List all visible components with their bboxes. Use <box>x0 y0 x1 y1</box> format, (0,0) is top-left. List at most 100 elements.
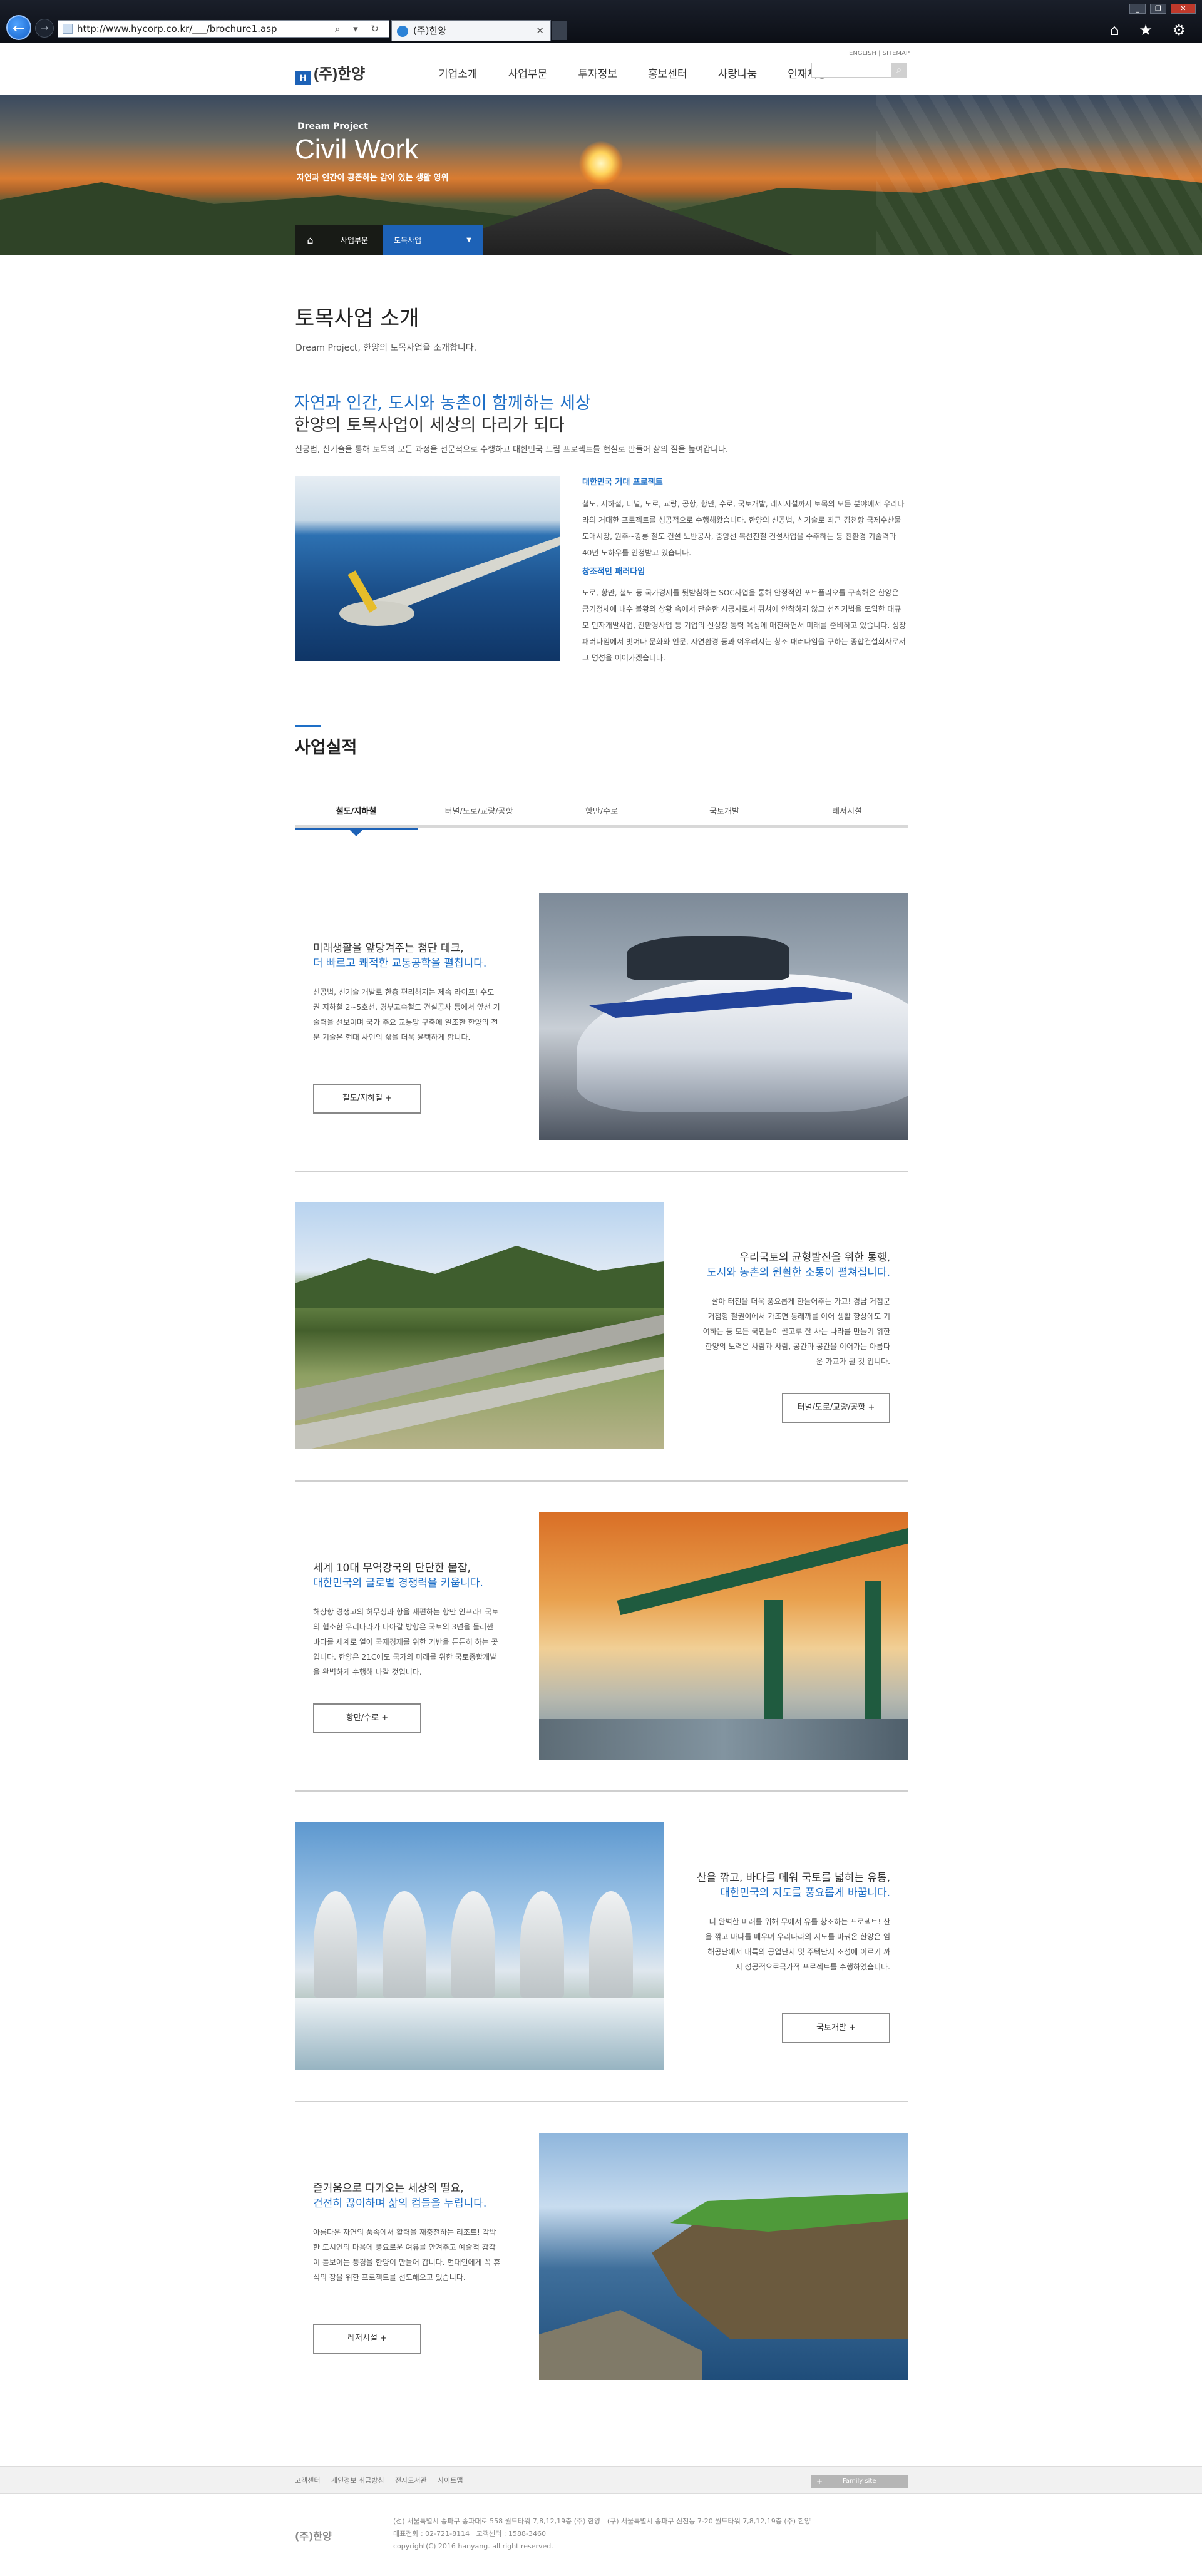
plus-icon: + <box>816 2477 823 2486</box>
row-divider <box>295 2101 908 2102</box>
breadcrumb-civil-label: 토목사업 <box>394 236 422 245</box>
nav-item-company[interactable]: 기업소개 <box>438 65 478 81</box>
footer-address-line: (선) 서울특별시 송파구 송파대로 558 월드타워 7,8,12,19층 (… <box>393 2517 811 2525</box>
golf-course-photo <box>539 2133 908 2380</box>
business-row-land: 산을 깎고, 바다를 메워 국토를 넓히는 유통, 대한민국의 지도를 풍요롭게… <box>295 1822 908 2070</box>
address-bar[interactable]: http://www.hycorp.co.kr/___/brochure1.as… <box>58 20 389 38</box>
home-icon[interactable]: ⌂ <box>295 225 326 255</box>
business-tabs: 철도/지하철 터널/도로/교량/공항 항만/수로 국토개발 레저시설 <box>295 803 908 836</box>
dam-gate-graphic <box>451 1891 495 1998</box>
leisure-button[interactable]: 레저시설 + <box>313 2324 421 2354</box>
row-body: 해상항 경쟁고의 허무싱과 항을 재편하는 항만 인프라! 국토의 협소한 우리… <box>313 1608 499 1676</box>
address-icons[interactable]: ⌕ ▾ ↻ <box>335 21 384 37</box>
train-photo <box>539 893 908 1140</box>
hero-pattern <box>876 95 1202 255</box>
site-logo[interactable]: H (주)한양 <box>295 61 365 85</box>
business-row-road: 우리국토의 균형발전을 위한 통행, 도시와 농촌의 원활한 소통이 펼쳐집니다… <box>295 1202 908 1449</box>
footer-copyright: copyright(C) 2016 hanyang. all right res… <box>393 2542 553 2550</box>
back-button[interactable]: ← <box>6 15 31 40</box>
intro-tag-2: 창조적인 패러다임 <box>582 567 645 577</box>
tab-land-development[interactable]: 국토개발 <box>663 803 786 828</box>
tab-leisure[interactable]: 레저시설 <box>786 803 908 828</box>
nav-item-business[interactable]: 사업부문 <box>508 65 548 81</box>
highway-photo <box>295 1202 664 1449</box>
rocks-graphic <box>539 2310 702 2380</box>
close-window-button[interactable]: ✕ <box>1171 4 1196 14</box>
nav-item-investor[interactable]: 투자정보 <box>578 65 617 81</box>
dam-gate-graphic <box>383 1891 426 1998</box>
intro-tag-1: 대한민국 거대 프로젝트 <box>582 478 663 487</box>
hero-sun-graphic <box>579 141 623 185</box>
slogan-line-2: 한양의 토목사업이 세상의 다리가 되다 <box>294 416 565 435</box>
tab-title: (주)한양 <box>413 25 447 36</box>
row-headline: 우리국토의 균형발전을 위한 통행, <box>739 1251 890 1264</box>
browser-chrome: ← → http://www.hycorp.co.kr/___/brochure… <box>0 0 1202 43</box>
intro-paragraph-1: 철도, 지하철, 터널, 도로, 교량, 공항, 항만, 수로, 국토개발, 레… <box>582 500 905 557</box>
row-headline: 산을 깎고, 바다를 메워 국토를 넓히는 유통, <box>696 1872 890 1884</box>
row-body: 더 완벽한 미래를 위해 무에서 유를 창조하는 프로젝트! 산을 깎고 바다를… <box>705 1917 890 1971</box>
util-nav[interactable]: ENGLISH | SITEMAP <box>849 50 910 57</box>
footer-address: (선) 서울특별시 송파구 송파대로 558 월드타워 7,8,12,19층 (… <box>393 2515 811 2553</box>
row-divider <box>295 1480 908 1482</box>
row-divider <box>295 1171 908 1172</box>
main-nav: 기업소개 사업부문 투자정보 홍보센터 사랑나눔 인재채용 <box>438 65 855 81</box>
tab-close-icon[interactable]: ✕ <box>536 21 544 41</box>
harbor-button[interactable]: 항만/수로 + <box>313 1703 421 1733</box>
intro-paragraph: 신공법, 신기술을 통해 토목의 모든 과정을 전문적으로 수행하고 대한민국 … <box>295 445 729 454</box>
breadcrumb-civil[interactable]: 토목사업 ▼ <box>383 225 483 255</box>
address-url[interactable]: http://www.hycorp.co.kr/___/brochure1.as… <box>77 23 277 34</box>
browser-tool-icons[interactable]: ⌂ ★ ⚙ <box>1109 21 1193 39</box>
maximize-button[interactable]: ❐ <box>1149 4 1166 14</box>
footer-link-library[interactable]: 전자도서관 <box>395 2476 427 2485</box>
tunnel-road-button[interactable]: 터널/도로/교량/공항 + <box>782 1393 890 1423</box>
slogan-line-1: 자연과 인간, 도시와 농촌이 함께하는 세상 <box>294 394 591 413</box>
tab-harbor[interactable]: 항만/수로 <box>540 803 663 828</box>
land-development-button[interactable]: 국토개발 + <box>782 2013 890 2043</box>
footer-phone-line: 대표전화 : 02-721-8114 | 고객센터 : 1588-3460 <box>393 2530 546 2538</box>
family-site-select[interactable]: + Family site <box>811 2475 908 2488</box>
hero-subtitle: Dream Project <box>297 121 368 131</box>
container-yard-graphic <box>539 1719 908 1760</box>
hero-description: 자연과 인간이 공존하는 감이 있는 생활 영위 <box>297 173 449 183</box>
footer-link-support[interactable]: 고객센터 <box>295 2476 320 2485</box>
search-button[interactable]: ⌕ <box>891 63 907 78</box>
breadcrumb-business[interactable]: 사업부문 <box>326 225 383 255</box>
page-title: 토목사업 소개 <box>295 306 419 331</box>
bridge-photo <box>295 476 560 661</box>
row-headline: 미래생활을 앞당겨주는 첨단 테크, <box>313 942 464 955</box>
window-buttons: _ ❐ ✕ <box>1128 1 1196 14</box>
footer-logo: (주)한양 <box>295 2530 332 2542</box>
footer-bar: 고객센터 개인정보 취급방침 전자도서관 사이트맵 + Family site <box>0 2466 1202 2494</box>
logo-text: (주)한양 <box>314 66 366 83</box>
row-headline-accent: 건전히 끊이하며 삶의 컴들을 누립니다. <box>313 2197 487 2210</box>
dam-water-graphic <box>295 1998 664 2070</box>
family-site-label: Family site <box>843 2478 876 2485</box>
business-row-harbor: 세계 10대 무역강국의 단단한 붙잡, 대한민국의 글로벌 경쟁력을 키웁니다… <box>295 1512 908 1760</box>
hero-title: Civil Work <box>295 134 419 165</box>
row-divider <box>295 1790 908 1792</box>
tab-tunnel-road[interactable]: 터널/도로/교량/공항 <box>418 803 540 828</box>
nav-item-sharing[interactable]: 사랑나눔 <box>718 65 758 81</box>
site-header: H (주)한양 기업소개 사업부문 투자정보 홍보센터 사랑나눔 인재채용 ENG… <box>0 43 1202 95</box>
row-headline-accent: 대한민국의 지도를 풍요롭게 바꿉니다. <box>720 1887 890 1899</box>
favicon-icon <box>397 26 408 37</box>
footer-link-sitemap[interactable]: 사이트맵 <box>438 2476 463 2485</box>
dam-gate-graphic <box>314 1891 357 1998</box>
page-icon <box>63 24 73 34</box>
new-tab-button[interactable] <box>552 21 567 40</box>
logo-mark-icon: H <box>295 71 311 85</box>
row-headline: 세계 10대 무역강국의 단단한 붙잡, <box>313 1562 471 1574</box>
browser-tab[interactable]: (주)한양 ✕ <box>391 20 551 41</box>
row-headline-accent: 도시와 농촌의 원활한 소통이 펼쳐집니다. <box>707 1266 890 1279</box>
hero-banner: Dream Project Civil Work 자연과 인간이 공존하는 감이… <box>0 95 1202 255</box>
nav-item-pr[interactable]: 홍보센터 <box>648 65 687 81</box>
dam-photo <box>295 1822 664 2070</box>
railway-button[interactable]: 철도/지하철 + <box>313 1084 421 1114</box>
search-input[interactable] <box>811 63 893 78</box>
row-headline-accent: 대한민국의 글로벌 경쟁력을 키웁니다. <box>313 1577 483 1589</box>
minimize-button[interactable]: _ <box>1129 4 1146 14</box>
chevron-down-icon: ▼ <box>466 237 471 244</box>
tab-railway[interactable]: 철도/지하철 <box>295 803 418 836</box>
forward-button[interactable]: → <box>35 19 54 38</box>
footer-link-privacy[interactable]: 개인정보 취급방침 <box>331 2476 384 2485</box>
